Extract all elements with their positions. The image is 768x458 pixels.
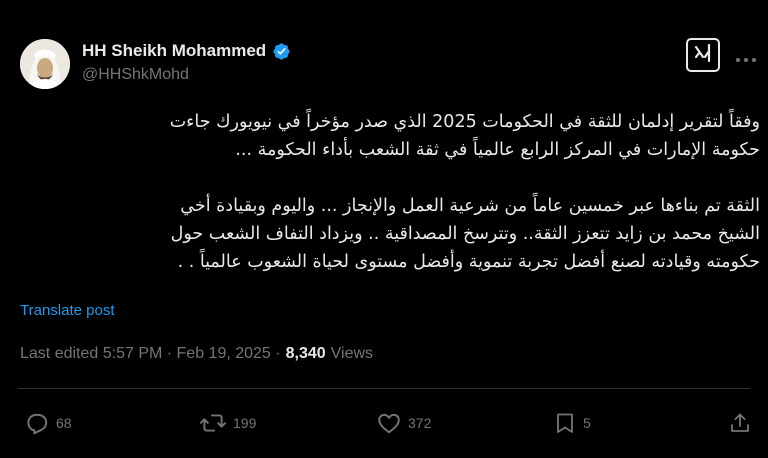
like-icon	[376, 410, 402, 436]
reply-icon	[24, 410, 50, 436]
more-button[interactable]	[734, 46, 758, 66]
edited-timestamp[interactable]: Last edited 5:57 PM · Feb 19, 2025 ·	[20, 345, 281, 363]
share-button[interactable]	[728, 405, 752, 441]
repost-button[interactable]: 199	[199, 405, 256, 441]
avatar[interactable]	[20, 39, 70, 89]
post-card: HH Sheikh Mohammed @HHShkMohd وفقاً لتقر…	[0, 0, 768, 458]
verified-badge-icon	[272, 42, 291, 61]
action-bar: 68 199 372 5	[0, 405, 768, 441]
bookmark-icon	[553, 410, 577, 436]
reply-count: 68	[56, 415, 72, 431]
author-name-row: HH Sheikh Mohammed	[82, 41, 291, 61]
repost-icon	[199, 410, 227, 436]
views-label: Views	[330, 345, 374, 362]
repost-count: 199	[233, 415, 257, 431]
post-text-line: الشيخ محمد بن زايد تتعزز الثقة.. وتترسخ …	[170, 224, 760, 244]
translate-post-link[interactable]: Translate post	[20, 302, 115, 319]
author-handle[interactable]: @HHShkMohd	[82, 66, 189, 84]
like-button[interactable]: 372	[376, 405, 431, 441]
bookmark-button[interactable]: 5	[553, 405, 591, 441]
grok-icon	[693, 43, 713, 67]
reply-button[interactable]: 68	[24, 405, 72, 441]
author-display-name[interactable]: HH Sheikh Mohammed	[82, 41, 266, 61]
post-text: وفقاً لتقرير إدلمان للثقة في الحكومات 20…	[18, 108, 760, 276]
more-icon	[735, 44, 757, 68]
like-count: 372	[408, 415, 432, 431]
post-text-line: وفقاً لتقرير إدلمان للثقة في الحكومات 20…	[169, 112, 760, 132]
post-text-line: حكومته وقيادته لصنع أفضل تجربة تنموية وأ…	[177, 252, 760, 272]
share-icon	[728, 410, 752, 436]
post-meta: Last edited 5:57 PM · Feb 19, 2025 · 8,3…	[20, 345, 373, 363]
views-count: 8,340	[285, 345, 326, 362]
bookmark-count: 5	[583, 415, 591, 431]
post-text-line: حكومة الإمارات في المركز الرابع عالمياً …	[235, 140, 760, 160]
post-text-line: الثقة تم بناءها عبر خمسين عاماً من شرعية…	[180, 196, 760, 216]
grok-button[interactable]	[686, 38, 720, 72]
divider	[18, 388, 750, 389]
